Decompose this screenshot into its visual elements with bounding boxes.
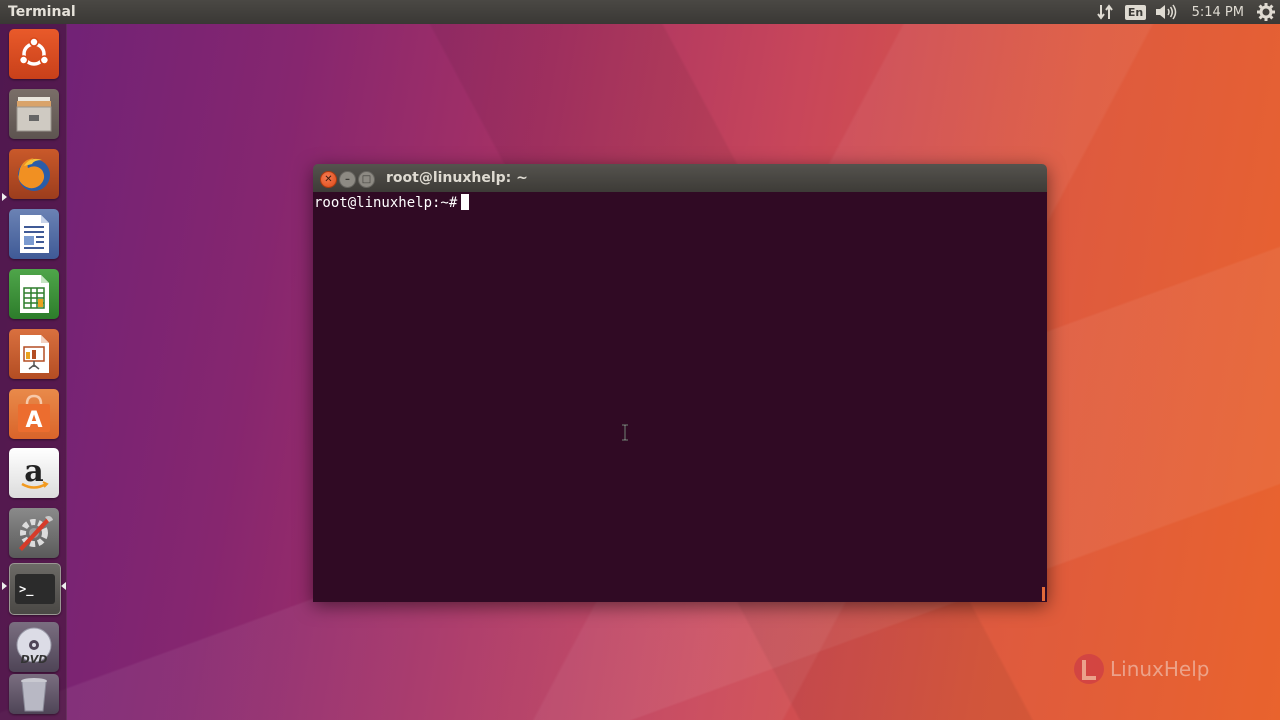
maximize-icon: □ [361, 173, 372, 185]
linuxhelp-watermark: LinuxHelp [1072, 652, 1209, 686]
amazon-icon: a [21, 454, 49, 489]
launcher-item-amazon[interactable]: a [9, 448, 59, 498]
keyboard-language-icon: En [1124, 4, 1147, 20]
launcher-item-files[interactable] [9, 89, 59, 139]
resize-grip[interactable] [1042, 587, 1045, 601]
launcher-item-libreoffice-calc[interactable] [9, 269, 59, 319]
ubuntu-logo-icon [18, 37, 50, 66]
maximize-button[interactable]: □ [358, 171, 375, 188]
terminal-icon: >_ [15, 574, 55, 604]
minimize-icon: – [345, 173, 350, 185]
software-center-letter: A [25, 408, 42, 433]
keyboard-language-indicator[interactable]: En [1122, 0, 1150, 24]
minimize-button[interactable]: – [339, 171, 356, 188]
top-panel: Terminal En 5:14 PM [0, 0, 1280, 24]
launcher-item-terminal[interactable]: >_ [9, 563, 61, 615]
shopping-bag-icon: A [18, 394, 50, 433]
close-button[interactable]: ✕ [320, 171, 337, 188]
settings-tools-icon [19, 516, 53, 551]
terminal-title: root@linuxhelp: ~ [386, 170, 528, 186]
system-gear-icon[interactable] [1252, 0, 1280, 24]
running-indicator [2, 193, 7, 201]
writer-document-icon [20, 215, 49, 253]
impress-presentation-icon [20, 335, 49, 373]
shell-prompt: root@linuxhelp:~# [314, 195, 458, 211]
focused-indicator [61, 582, 66, 590]
dvd-disc-icon: DVD [16, 627, 52, 666]
ibeam-pointer-icon [622, 424, 628, 441]
launcher: A a >_ DVD [0, 24, 67, 720]
volume-icon[interactable] [1150, 0, 1182, 24]
trash-icon [21, 678, 47, 712]
calc-spreadsheet-icon [20, 275, 49, 313]
terminal-output-area[interactable]: root@linuxhelp:~# [313, 192, 1047, 602]
linuxhelp-logo-icon [1074, 654, 1104, 684]
file-cabinet-icon [16, 97, 52, 132]
launcher-item-firefox[interactable] [9, 149, 59, 199]
amazon-letter: a [24, 454, 43, 489]
terminal-icon-glyph: >_ [19, 582, 34, 596]
prompt-line: root@linuxhelp:~# [314, 194, 470, 211]
launcher-item-software-center[interactable]: A [9, 389, 59, 439]
network-transfer-icon[interactable] [1090, 0, 1122, 24]
terminal-window[interactable]: ✕ – □ root@linuxhelp: ~ root@linuxhelp:~… [313, 164, 1047, 602]
launcher-item-trash[interactable] [9, 674, 59, 714]
terminal-cursor [461, 194, 470, 210]
launcher-item-dvd[interactable]: DVD [9, 622, 59, 672]
launcher-item-ubuntu-dash[interactable] [9, 29, 59, 79]
terminal-titlebar[interactable]: ✕ – □ root@linuxhelp: ~ [313, 164, 1047, 192]
dvd-label: DVD [21, 653, 48, 666]
close-icon: ✕ [324, 173, 333, 185]
panel-indicators: En 5:14 PM [1090, 0, 1280, 24]
firefox-icon [18, 158, 50, 191]
watermark-text: LinuxHelp [1110, 657, 1210, 681]
running-indicator [2, 582, 7, 590]
launcher-item-libreoffice-writer[interactable] [9, 209, 59, 259]
active-app-title: Terminal [8, 4, 76, 20]
clock[interactable]: 5:14 PM [1182, 5, 1252, 20]
launcher-item-libreoffice-impress[interactable] [9, 329, 59, 379]
launcher-item-system-settings[interactable] [9, 508, 59, 558]
